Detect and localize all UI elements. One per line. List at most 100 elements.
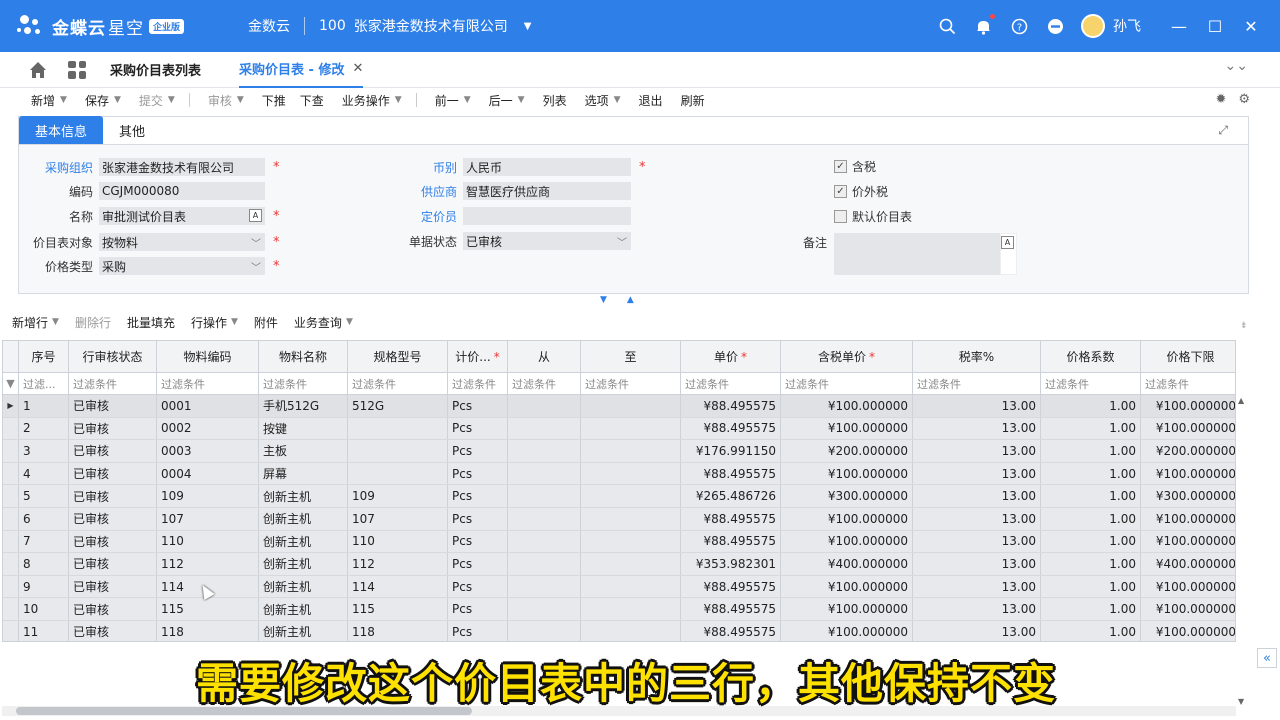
column-header[interactable]: 计价... * [448,341,508,372]
push-down-button[interactable]: 下推 [262,92,286,109]
table-cell[interactable]: 0004 [157,462,259,485]
table-cell[interactable]: 已审核 [69,395,157,417]
table-cell[interactable] [581,620,681,641]
table-row[interactable]: 5 已审核 109 创新主机 109 Pcs ¥265.486726 ¥300.000000 1… [3,485,1235,508]
row-indicator[interactable] [3,598,19,620]
table-cell[interactable]: ¥300.000000 [1141,485,1235,507]
table-cell[interactable]: ¥88.495575 [681,530,781,553]
table-row[interactable]: ▶ 1 已审核 0001 手机512G 512G Pcs ¥88.495575 ¥100.00… [3,395,1235,418]
currency-label[interactable]: 币别 [383,159,457,176]
row-indicator[interactable] [3,620,19,641]
prev-button[interactable]: 前一 ▼ [435,92,471,109]
table-cell[interactable]: 已审核 [69,485,157,507]
table-cell[interactable]: 1.00 [1041,395,1141,417]
table-cell[interactable]: ¥400.000000 [1141,553,1235,575]
table-cell[interactable]: Pcs [448,485,508,507]
table-cell[interactable] [508,620,581,641]
table-cell[interactable]: 1.00 [1041,620,1141,641]
table-cell[interactable]: Pcs [448,395,508,417]
table-cell[interactable]: 屏幕 [259,462,348,485]
row-indicator[interactable] [3,462,19,485]
double-chevron-down-icon[interactable]: ⌄⌄ [1225,58,1248,74]
table-cell[interactable]: 118 [348,620,448,641]
table-cell[interactable]: Pcs [448,575,508,598]
table-cell[interactable]: 1.00 [1041,440,1141,462]
table-cell[interactable]: 1.00 [1041,530,1141,553]
table-cell[interactable]: 13.00 [913,553,1041,575]
vertical-scrollbar[interactable]: ▲ ▼ [1236,396,1248,706]
grid-resize-icon[interactable]: ⇟ [1240,321,1248,331]
table-cell[interactable]: Pcs [448,530,508,553]
table-cell[interactable]: 已审核 [69,598,157,620]
table-cell[interactable]: 110 [348,530,448,553]
close-icon[interactable]: ✕ [1240,15,1262,37]
table-cell[interactable]: ¥100.000000 [1141,531,1235,553]
column-header[interactable]: 行审核状态 [69,341,157,372]
remark-scroll[interactable]: A [1000,233,1017,275]
table-cell[interactable]: Pcs [448,507,508,530]
table-cell[interactable] [581,507,681,530]
table-cell[interactable] [508,440,581,462]
filter-cell[interactable]: 过滤条件 [259,373,348,394]
row-ops-button[interactable]: 行操作 ▼ [191,314,238,331]
column-header[interactable]: 税率% [913,341,1041,372]
table-cell[interactable]: 13.00 [913,417,1041,440]
app-switcher[interactable]: 金数云 [248,16,290,36]
filter-cell[interactable]: 过滤条件 [681,373,781,394]
table-cell[interactable]: 1.00 [1041,598,1141,620]
next-button[interactable]: 后一 ▼ [489,92,525,109]
table-cell[interactable] [508,575,581,598]
column-header[interactable]: 物料名称 [259,341,348,372]
table-cell[interactable]: ¥100.000000 [1141,508,1235,530]
table-cell[interactable]: 13.00 [913,507,1041,530]
list-button[interactable]: 列表 [543,92,567,109]
filter-cell[interactable]: 过滤条件 [581,373,681,394]
column-header[interactable]: 至 [581,341,681,372]
table-row[interactable]: 11 已审核 118 创新主机 118 Pcs ¥88.495575 ¥100.000000 1… [3,620,1235,641]
table-cell[interactable] [508,462,581,485]
table-cell[interactable]: 7 [19,530,69,553]
filter-cell[interactable]: 过滤条件 [348,373,448,394]
business-query-button[interactable]: 业务查询 ▼ [294,314,353,331]
code-field[interactable]: CGJM000080 [99,182,265,200]
table-cell[interactable] [581,598,681,620]
new-button[interactable]: 新增 ▼ [31,92,67,109]
target-select[interactable]: 按物料 ﹀ [99,233,265,251]
table-cell[interactable]: 1.00 [1041,462,1141,485]
table-cell[interactable]: 已审核 [69,507,157,530]
ptype-select[interactable]: 采购 ﹀ [99,257,265,275]
table-cell[interactable]: Pcs [448,553,508,575]
table-cell[interactable]: 3 [19,440,69,462]
table-cell[interactable]: ¥100.000000 [781,598,913,620]
table-cell[interactable]: ¥88.495575 [681,507,781,530]
table-cell[interactable]: 107 [348,507,448,530]
table-cell[interactable]: 0003 [157,440,259,462]
table-row[interactable]: 8 已审核 112 创新主机 112 Pcs ¥353.982301 ¥400.000000 1… [3,553,1235,576]
table-cell[interactable]: 创新主机 [259,507,348,530]
filter-cell[interactable]: 过滤条件 [913,373,1041,394]
org-switcher[interactable]: 100 张家港金数技术有限公司 ▼ [319,16,531,36]
user-name[interactable]: 孙飞 [1113,16,1141,36]
theme-icon[interactable]: ✹ [1215,92,1226,107]
table-cell[interactable]: 13.00 [913,575,1041,598]
multilang-icon[interactable]: A [1001,236,1014,249]
table-cell[interactable]: 512G [348,395,448,417]
table-cell[interactable]: ¥353.982301 [681,553,781,575]
table-row[interactable]: 6 已审核 107 创新主机 107 Pcs ¥88.495575 ¥100.000000 13… [3,507,1235,531]
home-icon[interactable] [28,60,48,80]
table-row[interactable]: 3 已审核 0003 主板 Pcs ¥176.991150 ¥200.000000 13.00… [3,440,1235,463]
org-field[interactable]: 张家港金数技术有限公司 [99,158,265,176]
table-cell[interactable]: 1.00 [1041,417,1141,440]
table-cell[interactable]: 112 [348,553,448,575]
table-cell[interactable]: 115 [348,598,448,620]
help-icon[interactable]: ? [1009,16,1029,36]
table-cell[interactable]: ¥100.000000 [1141,621,1235,641]
filter-cell[interactable]: 过滤条件 [1041,373,1141,394]
table-cell[interactable]: 1.00 [1041,507,1141,530]
row-indicator[interactable] [3,485,19,507]
filter-cell[interactable]: 过滤... [19,373,69,394]
table-row[interactable]: 7 已审核 110 创新主机 110 Pcs ¥88.495575 ¥100.000000 13… [3,530,1235,554]
table-cell[interactable]: ¥100.000000 [781,530,913,553]
table-cell[interactable]: 创新主机 [259,620,348,641]
table-cell[interactable]: 13.00 [913,440,1041,462]
